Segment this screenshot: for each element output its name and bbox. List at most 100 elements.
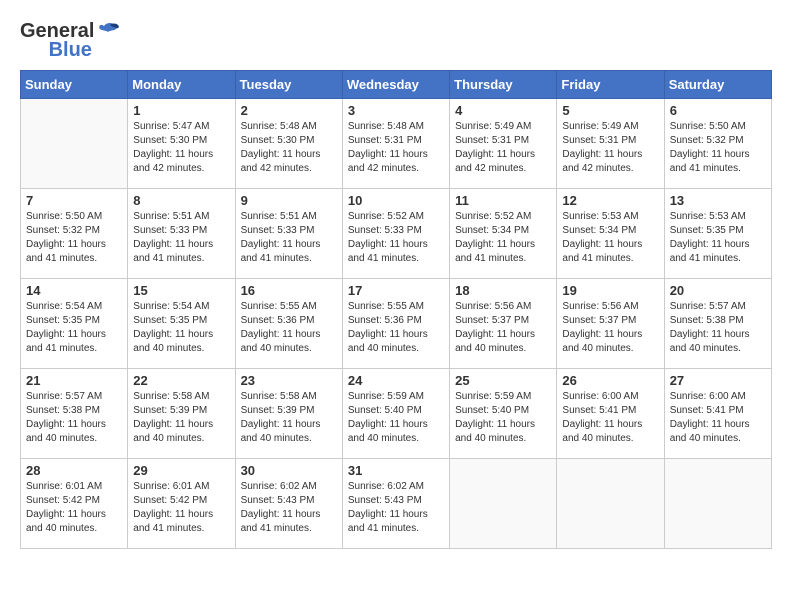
day-number: 10 (348, 193, 444, 208)
header-thursday: Thursday (450, 71, 557, 99)
day-number: 2 (241, 103, 337, 118)
day-info: Sunrise: 5:48 AMSunset: 5:30 PMDaylight:… (241, 120, 337, 176)
day-info: Sunrise: 5:55 AMSunset: 5:36 PMDaylight:… (241, 300, 337, 356)
day-number: 22 (133, 373, 229, 388)
day-info: Sunrise: 5:50 AMSunset: 5:32 PMDaylight:… (670, 120, 766, 176)
day-number: 4 (455, 103, 551, 118)
day-number: 3 (348, 103, 444, 118)
day-info: Sunrise: 5:56 AMSunset: 5:37 PMDaylight:… (455, 300, 551, 356)
day-info: Sunrise: 6:00 AMSunset: 5:41 PMDaylight:… (670, 390, 766, 446)
day-info: Sunrise: 6:00 AMSunset: 5:41 PMDaylight:… (562, 390, 658, 446)
week-row-5: 28Sunrise: 6:01 AMSunset: 5:42 PMDayligh… (21, 459, 772, 549)
day-info: Sunrise: 5:57 AMSunset: 5:38 PMDaylight:… (26, 390, 122, 446)
day-number: 11 (455, 193, 551, 208)
day-number: 8 (133, 193, 229, 208)
week-row-3: 14 Sunrise: 5:54 AMSunset: 5:35 PMDayligh… (21, 279, 772, 369)
day-info: Sunrise: 5:54 AMSunset: 5:35 PMDaylight:… (26, 300, 122, 356)
calendar-cell: 13 Sunrise: 5:53 AMSunset: 5:35 PMDayligh… (664, 189, 771, 279)
day-info: Sunrise: 5:49 AMSunset: 5:31 PMDaylight:… (562, 120, 658, 176)
day-info: Sunrise: 5:49 AMSunset: 5:31 PMDaylight:… (455, 120, 551, 176)
calendar-cell: 17Sunrise: 5:55 AMSunset: 5:36 PMDayligh… (342, 279, 449, 369)
day-number: 20 (670, 283, 766, 298)
calendar-cell: 12 Sunrise: 5:53 AMSunset: 5:34 PMDayligh… (557, 189, 664, 279)
calendar-cell: 31 Sunrise: 6:02 AMSunset: 5:43 PMDayligh… (342, 459, 449, 549)
day-info: Sunrise: 6:02 AMSunset: 5:43 PMDaylight:… (348, 480, 444, 536)
day-number: 9 (241, 193, 337, 208)
day-info: Sunrise: 5:47 AMSunset: 5:30 PMDaylight:… (133, 120, 229, 176)
day-number: 12 (562, 193, 658, 208)
day-number: 15 (133, 283, 229, 298)
calendar-cell: 10 Sunrise: 5:52 AMSunset: 5:33 PMDayligh… (342, 189, 449, 279)
day-info: Sunrise: 5:55 AMSunset: 5:36 PMDaylight:… (348, 300, 444, 356)
day-info: Sunrise: 5:51 AMSunset: 5:33 PMDaylight:… (133, 210, 229, 266)
logo: General Blue (20, 20, 120, 62)
day-number: 30 (241, 463, 337, 478)
calendar-cell: 27Sunrise: 6:00 AMSunset: 5:41 PMDayligh… (664, 369, 771, 459)
calendar-cell: 23Sunrise: 5:58 AMSunset: 5:39 PMDayligh… (235, 369, 342, 459)
calendar-cell: 4 Sunrise: 5:49 AMSunset: 5:31 PMDaylight… (450, 99, 557, 189)
day-info: Sunrise: 5:53 AMSunset: 5:35 PMDaylight:… (670, 210, 766, 266)
calendar-cell (557, 459, 664, 549)
day-number: 19 (562, 283, 658, 298)
calendar-cell: 3Sunrise: 5:48 AMSunset: 5:31 PMDaylight… (342, 99, 449, 189)
header-monday: Monday (128, 71, 235, 99)
calendar-cell: 22 Sunrise: 5:58 AMSunset: 5:39 PMDayligh… (128, 369, 235, 459)
day-info: Sunrise: 5:52 AMSunset: 5:33 PMDaylight:… (348, 210, 444, 266)
day-number: 18 (455, 283, 551, 298)
day-info: Sunrise: 5:59 AMSunset: 5:40 PMDaylight:… (348, 390, 444, 446)
day-info: Sunrise: 6:01 AMSunset: 5:42 PMDaylight:… (26, 480, 122, 536)
day-info: Sunrise: 5:58 AMSunset: 5:39 PMDaylight:… (241, 390, 337, 446)
week-row-2: 7Sunrise: 5:50 AMSunset: 5:32 PMDaylight… (21, 189, 772, 279)
calendar-cell: 5 Sunrise: 5:49 AMSunset: 5:31 PMDaylight… (557, 99, 664, 189)
calendar-cell (664, 459, 771, 549)
day-number: 13 (670, 193, 766, 208)
calendar-cell: 6 Sunrise: 5:50 AMSunset: 5:32 PMDaylight… (664, 99, 771, 189)
calendar-cell: 30Sunrise: 6:02 AMSunset: 5:43 PMDayligh… (235, 459, 342, 549)
calendar-cell: 29 Sunrise: 6:01 AMSunset: 5:42 PMDayligh… (128, 459, 235, 549)
header-saturday: Saturday (664, 71, 771, 99)
day-number: 31 (348, 463, 444, 478)
week-row-1: 1 Sunrise: 5:47 AMSunset: 5:30 PMDaylight… (21, 99, 772, 189)
day-number: 29 (133, 463, 229, 478)
calendar-cell: 8 Sunrise: 5:51 AMSunset: 5:33 PMDaylight… (128, 189, 235, 279)
calendar-cell: 21 Sunrise: 5:57 AMSunset: 5:38 PMDayligh… (21, 369, 128, 459)
day-info: Sunrise: 5:50 AMSunset: 5:32 PMDaylight:… (26, 210, 122, 266)
calendar-cell: 20 Sunrise: 5:57 AMSunset: 5:38 PMDayligh… (664, 279, 771, 369)
day-info: Sunrise: 5:57 AMSunset: 5:38 PMDaylight:… (670, 300, 766, 356)
calendar-cell: 7Sunrise: 5:50 AMSunset: 5:32 PMDaylight… (21, 189, 128, 279)
calendar-table: SundayMondayTuesdayWednesdayThursdayFrid… (20, 70, 772, 549)
day-number: 1 (133, 103, 229, 118)
day-info: Sunrise: 5:51 AMSunset: 5:33 PMDaylight:… (241, 210, 337, 266)
day-info: Sunrise: 5:56 AMSunset: 5:37 PMDaylight:… (562, 300, 658, 356)
day-info: Sunrise: 5:58 AMSunset: 5:39 PMDaylight:… (133, 390, 229, 446)
day-number: 25 (455, 373, 551, 388)
day-info: Sunrise: 5:53 AMSunset: 5:34 PMDaylight:… (562, 210, 658, 266)
calendar-cell: 25 Sunrise: 5:59 AMSunset: 5:40 PMDayligh… (450, 369, 557, 459)
calendar-header-row: SundayMondayTuesdayWednesdayThursdayFrid… (21, 71, 772, 99)
calendar-cell: 9 Sunrise: 5:51 AMSunset: 5:33 PMDaylight… (235, 189, 342, 279)
day-info: Sunrise: 5:54 AMSunset: 5:35 PMDaylight:… (133, 300, 229, 356)
calendar-cell: 19 Sunrise: 5:56 AMSunset: 5:37 PMDayligh… (557, 279, 664, 369)
header-sunday: Sunday (21, 71, 128, 99)
day-number: 5 (562, 103, 658, 118)
calendar-cell: 2 Sunrise: 5:48 AMSunset: 5:30 PMDaylight… (235, 99, 342, 189)
calendar-cell: 16 Sunrise: 5:55 AMSunset: 5:36 PMDayligh… (235, 279, 342, 369)
logo-bird-icon (96, 22, 120, 42)
day-number: 14 (26, 283, 122, 298)
week-row-4: 21 Sunrise: 5:57 AMSunset: 5:38 PMDayligh… (21, 369, 772, 459)
header-tuesday: Tuesday (235, 71, 342, 99)
calendar-cell (21, 99, 128, 189)
calendar-cell: 26 Sunrise: 6:00 AMSunset: 5:41 PMDayligh… (557, 369, 664, 459)
calendar-cell: 28Sunrise: 6:01 AMSunset: 5:42 PMDayligh… (21, 459, 128, 549)
header-friday: Friday (557, 71, 664, 99)
day-info: Sunrise: 5:59 AMSunset: 5:40 PMDaylight:… (455, 390, 551, 446)
day-number: 16 (241, 283, 337, 298)
day-number: 26 (562, 373, 658, 388)
day-number: 6 (670, 103, 766, 118)
day-info: Sunrise: 5:52 AMSunset: 5:34 PMDaylight:… (455, 210, 551, 266)
day-info: Sunrise: 6:01 AMSunset: 5:42 PMDaylight:… (133, 480, 229, 536)
calendar-cell (450, 459, 557, 549)
day-number: 21 (26, 373, 122, 388)
calendar-cell: 15 Sunrise: 5:54 AMSunset: 5:35 PMDayligh… (128, 279, 235, 369)
calendar-cell: 18 Sunrise: 5:56 AMSunset: 5:37 PMDayligh… (450, 279, 557, 369)
